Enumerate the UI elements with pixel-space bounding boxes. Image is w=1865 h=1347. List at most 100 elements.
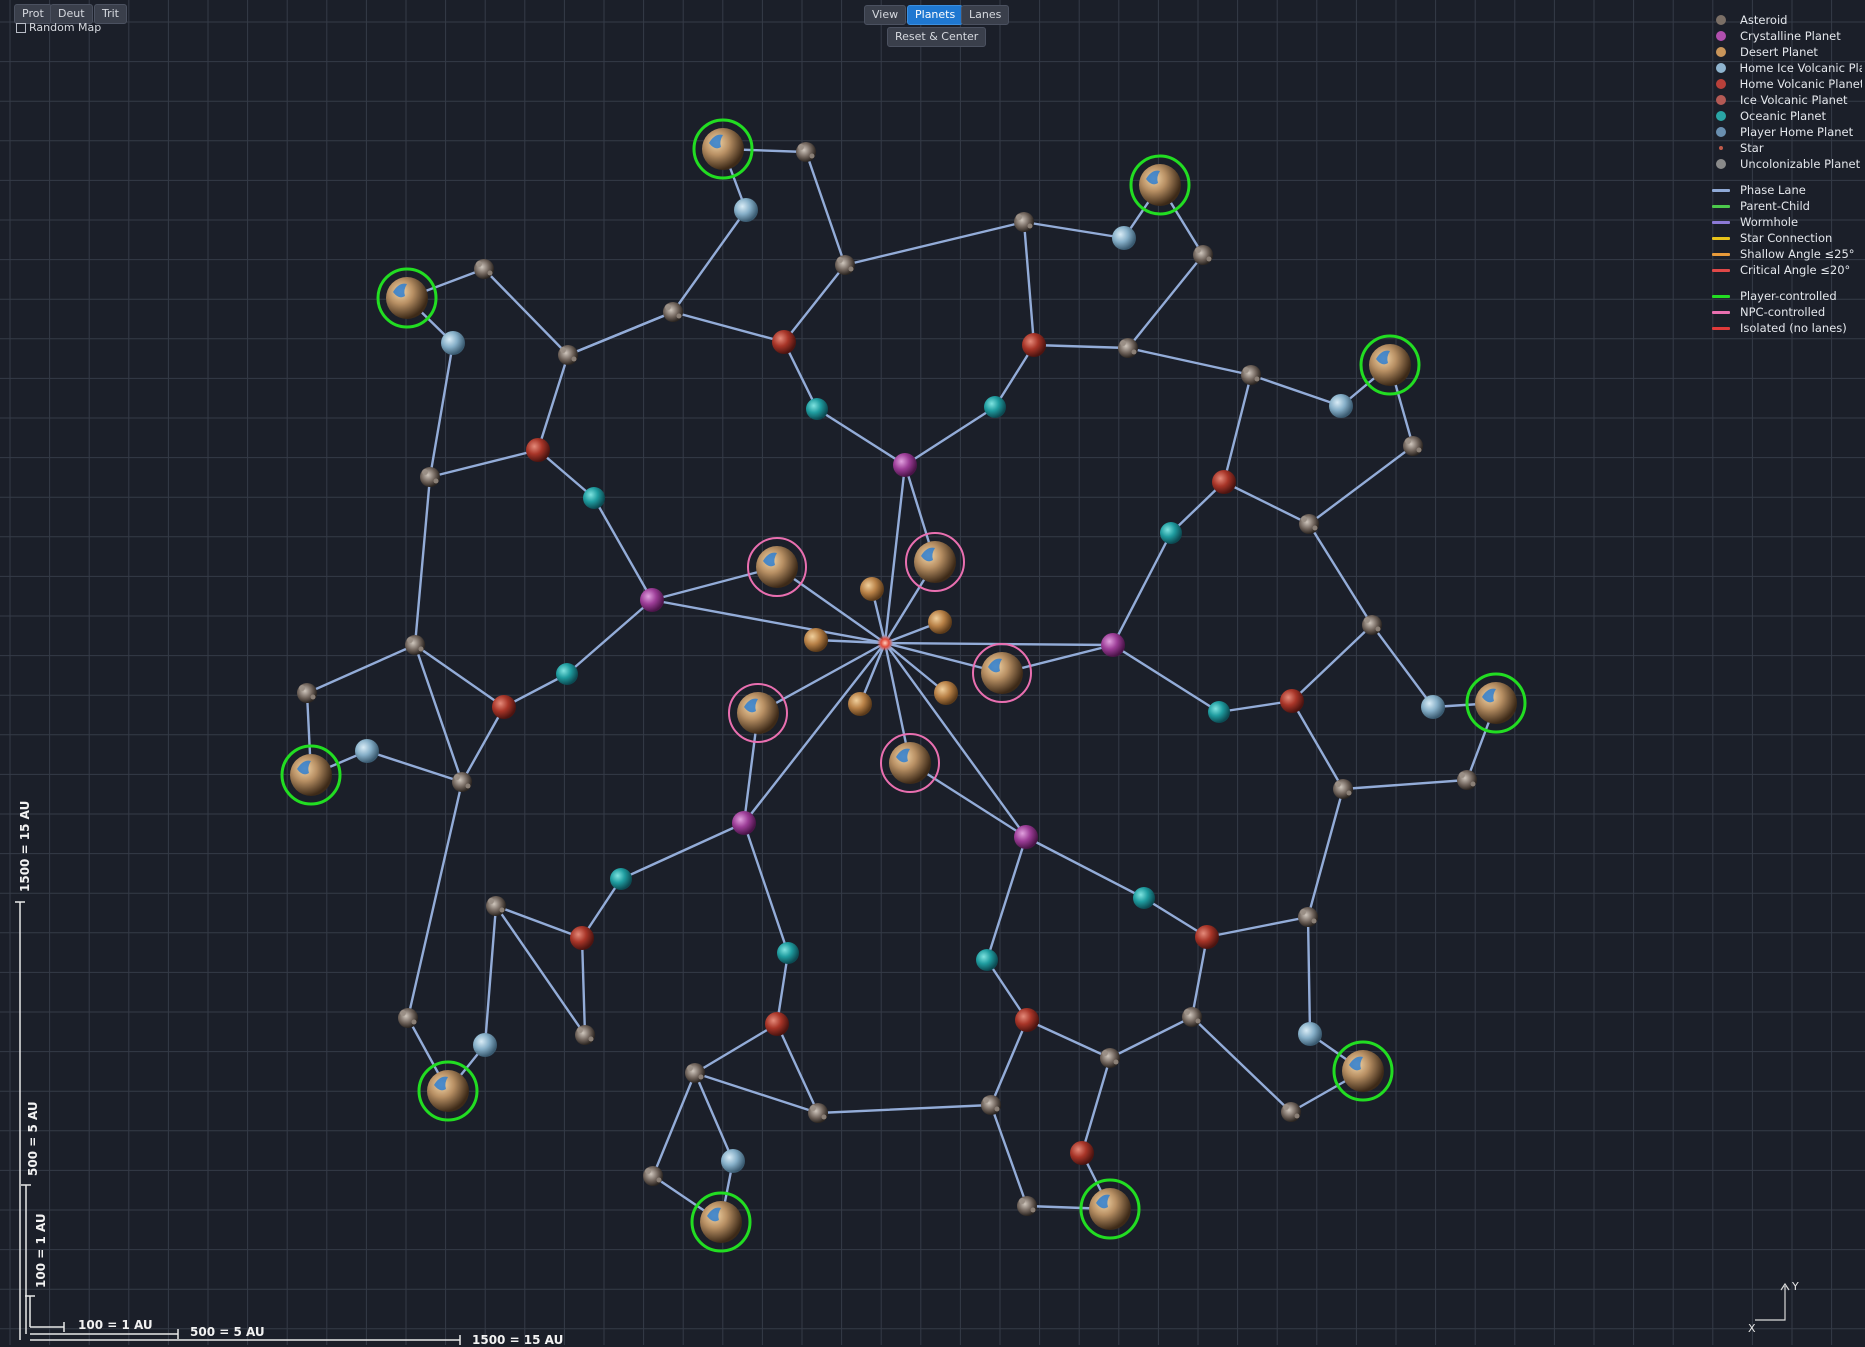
random-map-toggle[interactable]: Random Map bbox=[16, 21, 101, 34]
ice-volcanic-planet[interactable] bbox=[765, 1012, 789, 1036]
asteroid[interactable] bbox=[981, 1095, 1001, 1115]
home-ice-volcanic-planet[interactable] bbox=[721, 1149, 745, 1173]
asteroid[interactable] bbox=[685, 1063, 705, 1083]
npc-home-planet[interactable] bbox=[905, 532, 965, 592]
oceanic-planet[interactable] bbox=[1208, 701, 1230, 723]
phase-lane bbox=[985, 835, 1028, 962]
npc-home-planet[interactable] bbox=[728, 683, 788, 743]
view-button[interactable]: View bbox=[864, 5, 907, 25]
asteroid[interactable] bbox=[1014, 212, 1034, 232]
home-ice-volcanic-planet[interactable] bbox=[1329, 394, 1353, 418]
ice-volcanic-planet[interactable] bbox=[1212, 470, 1236, 494]
oceanic-planet[interactable] bbox=[976, 949, 998, 971]
crystalline-planet[interactable] bbox=[893, 453, 917, 477]
player-home-planet[interactable] bbox=[1129, 154, 1191, 216]
asteroid[interactable] bbox=[1182, 1007, 1202, 1027]
asteroid[interactable] bbox=[796, 142, 816, 162]
asteroid[interactable] bbox=[420, 467, 440, 487]
asteroid[interactable] bbox=[405, 635, 425, 655]
ice-volcanic-planet[interactable] bbox=[1280, 689, 1304, 713]
asteroid[interactable] bbox=[643, 1166, 663, 1186]
npc-home-planet[interactable] bbox=[880, 733, 940, 793]
reset-center-button[interactable]: Reset & Center bbox=[887, 27, 987, 47]
oceanic-planet[interactable] bbox=[777, 942, 799, 964]
player-home-planet[interactable] bbox=[280, 744, 342, 806]
ice-volcanic-planet[interactable] bbox=[1022, 333, 1046, 357]
crystalline-planet[interactable] bbox=[732, 811, 756, 835]
home-ice-volcanic-planet-body bbox=[441, 331, 465, 355]
crystalline-planet[interactable] bbox=[1014, 825, 1038, 849]
legend-item-ice-volcanic: Ice Volcanic Planet bbox=[1712, 92, 1862, 108]
asteroid[interactable] bbox=[835, 255, 855, 275]
player-home-planet[interactable] bbox=[1465, 672, 1527, 734]
home-ice-volcanic-planet[interactable] bbox=[473, 1033, 497, 1057]
home-ice-volcanic-planet[interactable] bbox=[441, 331, 465, 355]
player-home-planet[interactable] bbox=[692, 118, 754, 180]
asteroid[interactable] bbox=[1403, 436, 1423, 456]
asteroid[interactable] bbox=[297, 683, 317, 703]
home-ice-volcanic-planet[interactable] bbox=[1298, 1022, 1322, 1046]
asteroid-fragment bbox=[1335, 781, 1341, 787]
player-home-planet[interactable] bbox=[417, 1060, 479, 1122]
oceanic-planet[interactable] bbox=[1160, 522, 1182, 544]
asteroid-fragment bbox=[588, 1036, 594, 1042]
asteroid[interactable] bbox=[486, 896, 506, 916]
asteroid[interactable] bbox=[1241, 365, 1261, 385]
oceanic-planet[interactable] bbox=[610, 868, 632, 890]
asteroid[interactable] bbox=[452, 772, 472, 792]
oceanic-planet[interactable] bbox=[984, 396, 1006, 418]
ice-volcanic-planet[interactable] bbox=[570, 926, 594, 950]
asteroid[interactable] bbox=[808, 1103, 828, 1123]
ice-volcanic-planet[interactable] bbox=[1070, 1141, 1094, 1165]
oceanic-planet[interactable] bbox=[583, 487, 605, 509]
galaxy-map-canvas[interactable] bbox=[0, 0, 1865, 1345]
asteroid[interactable] bbox=[1299, 514, 1319, 534]
ice-volcanic-planet[interactable] bbox=[1015, 1008, 1039, 1032]
ice-volcanic-planet[interactable] bbox=[1195, 925, 1219, 949]
desert-planet[interactable] bbox=[928, 610, 952, 634]
asteroid[interactable] bbox=[663, 302, 683, 322]
asteroid[interactable] bbox=[1100, 1048, 1120, 1068]
ice-volcanic-planet[interactable] bbox=[772, 330, 796, 354]
asteroid[interactable] bbox=[474, 259, 494, 279]
player-home-planet[interactable] bbox=[690, 1191, 752, 1253]
ice-volcanic-planet[interactable] bbox=[526, 438, 550, 462]
asteroid[interactable] bbox=[1333, 779, 1353, 799]
desert-planet[interactable] bbox=[848, 692, 872, 716]
player-home-planet[interactable] bbox=[1332, 1040, 1394, 1102]
home-ice-volcanic-planet[interactable] bbox=[734, 198, 758, 222]
ice-volcanic-planet[interactable] bbox=[492, 695, 516, 719]
crystalline-planet[interactable] bbox=[1101, 633, 1125, 657]
oceanic-planet[interactable] bbox=[556, 663, 578, 685]
phase-lane bbox=[413, 475, 432, 647]
npc-home-planet[interactable] bbox=[972, 643, 1032, 703]
random-map-checkbox[interactable] bbox=[16, 22, 26, 33]
player-home-planet[interactable] bbox=[1079, 1178, 1141, 1240]
home-ice-volcanic-icon bbox=[1715, 63, 1726, 73]
home-ice-volcanic-planet[interactable] bbox=[1421, 695, 1445, 719]
asteroid[interactable] bbox=[558, 345, 578, 365]
player-home-planet[interactable] bbox=[1359, 334, 1421, 396]
crystalline-planet[interactable] bbox=[640, 588, 664, 612]
asteroid[interactable] bbox=[1298, 907, 1318, 927]
npc-home-planet[interactable] bbox=[747, 537, 807, 597]
home-ice-volcanic-planet[interactable] bbox=[1112, 226, 1136, 250]
asteroid[interactable] bbox=[1118, 338, 1138, 358]
desert-planet[interactable] bbox=[860, 577, 884, 601]
planets-button[interactable]: Planets bbox=[907, 5, 964, 25]
asteroid[interactable] bbox=[575, 1025, 595, 1045]
player-home-planet[interactable] bbox=[376, 267, 438, 329]
asteroid[interactable] bbox=[1457, 770, 1477, 790]
star[interactable] bbox=[877, 635, 893, 651]
oceanic-planet[interactable] bbox=[1133, 887, 1155, 909]
asteroid[interactable] bbox=[1193, 245, 1213, 265]
asteroid[interactable] bbox=[1362, 615, 1382, 635]
asteroid[interactable] bbox=[398, 1008, 418, 1028]
lanes-button[interactable]: Lanes bbox=[961, 5, 1010, 25]
asteroid[interactable] bbox=[1281, 1102, 1301, 1122]
desert-planet[interactable] bbox=[804, 628, 828, 652]
home-ice-volcanic-planet[interactable] bbox=[355, 739, 379, 763]
oceanic-planet[interactable] bbox=[806, 398, 828, 420]
desert-planet[interactable] bbox=[934, 681, 958, 705]
asteroid[interactable] bbox=[1017, 1196, 1037, 1216]
